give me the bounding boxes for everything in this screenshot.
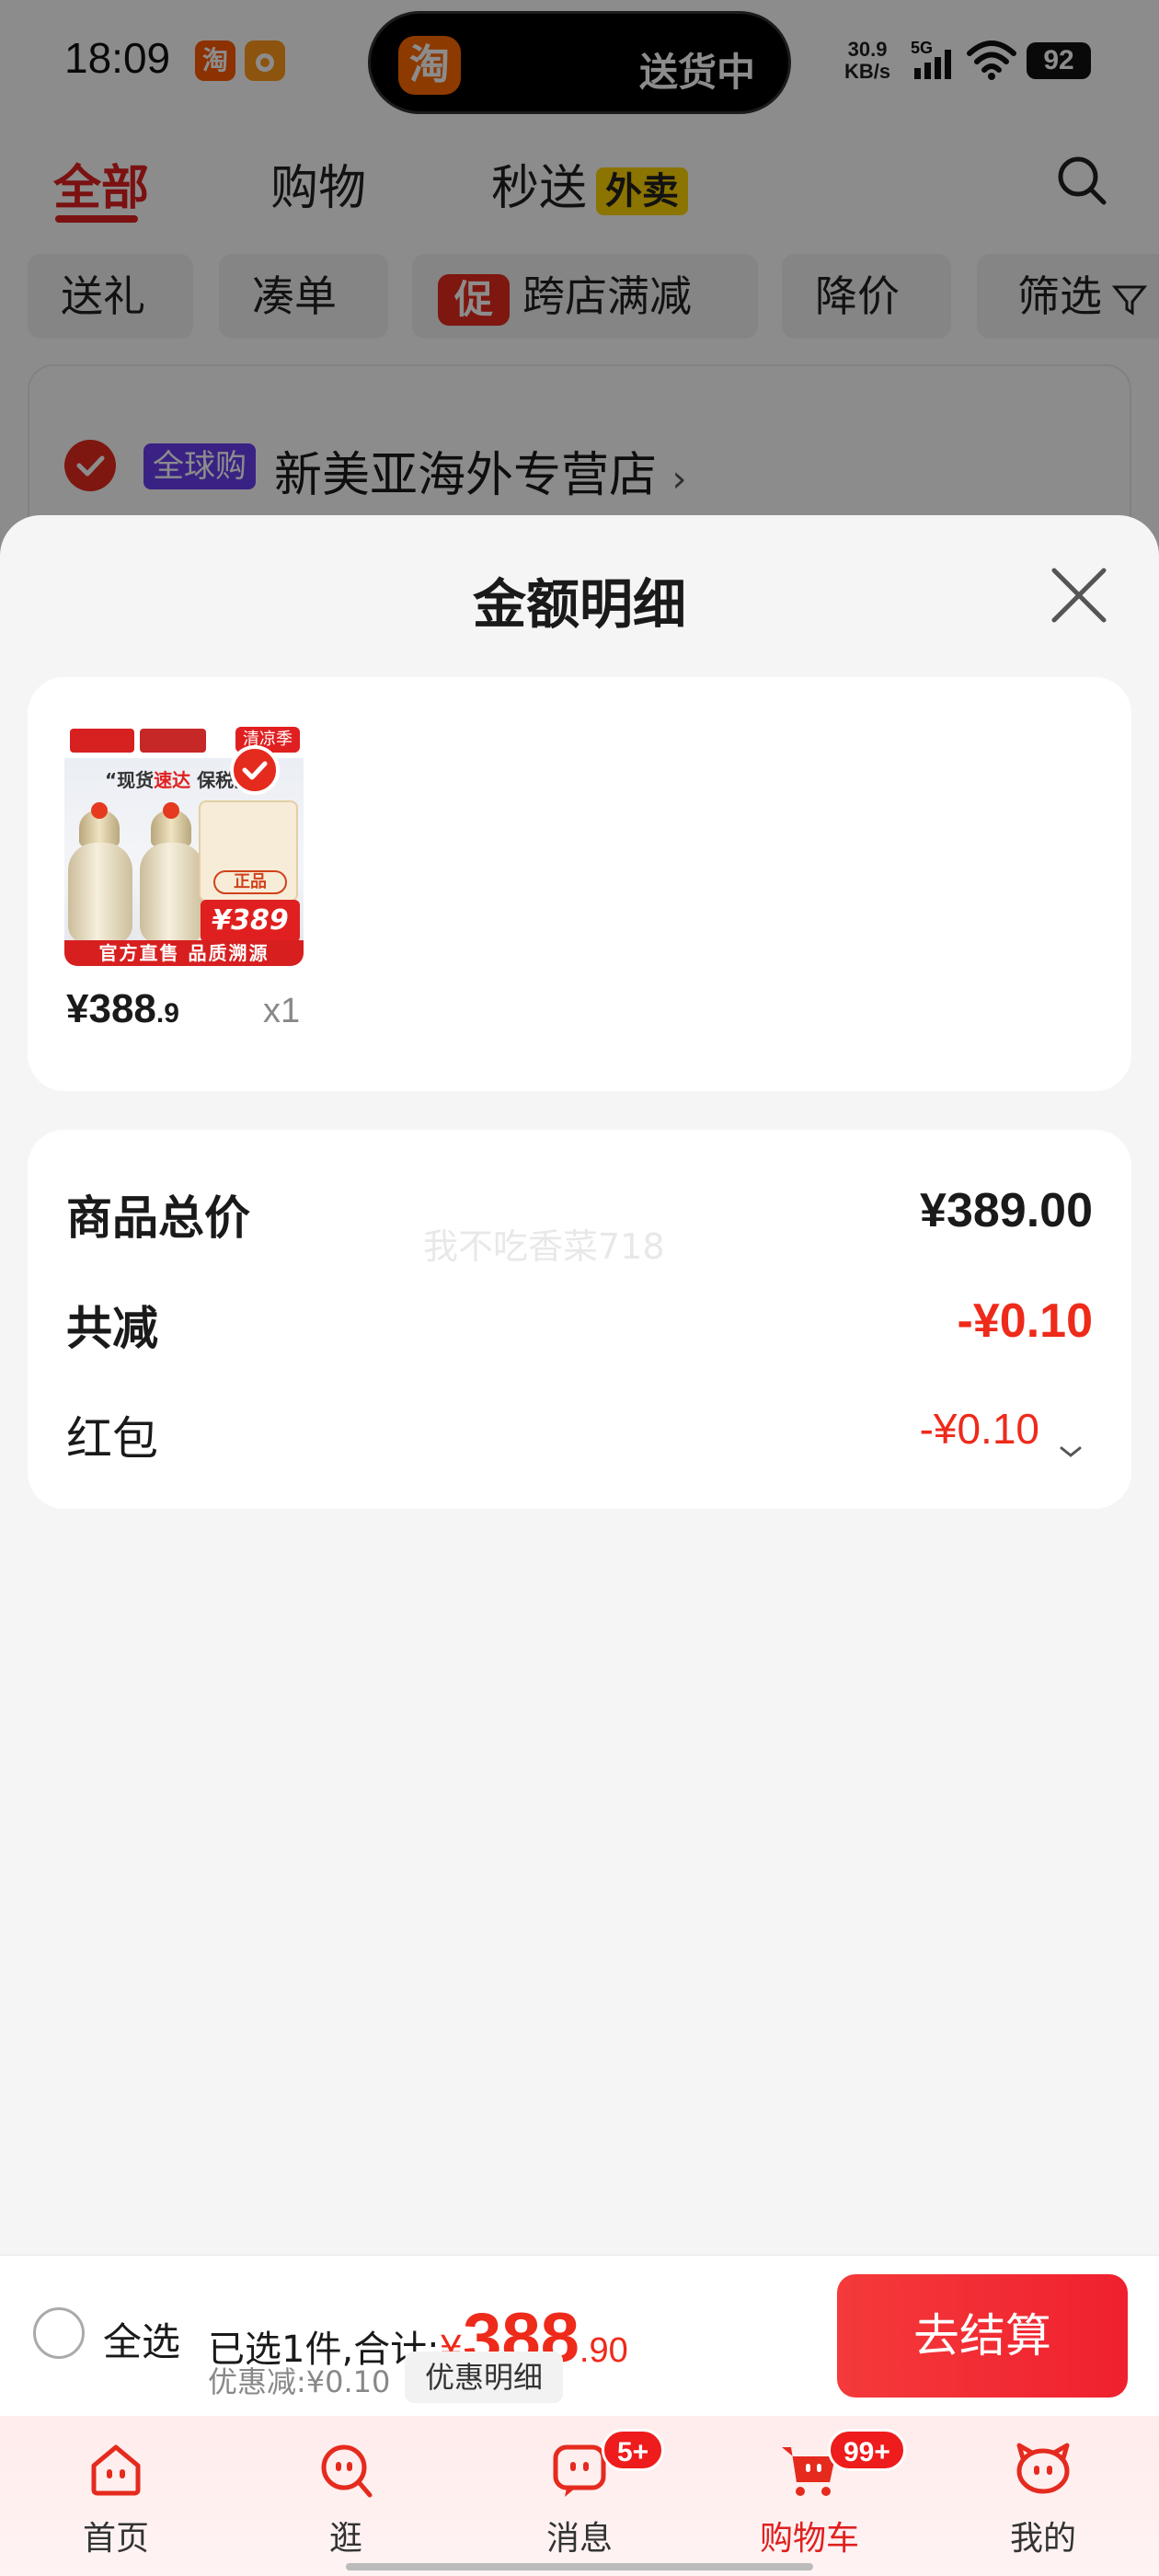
product-price: ¥388.9	[66, 986, 179, 1032]
thumb-price: ¥389	[201, 900, 300, 942]
sheet-title: 金额明细	[472, 573, 686, 636]
discount-detail-button[interactable]: 优惠明细	[405, 2352, 564, 2403]
home-icon	[91, 2444, 141, 2496]
bottle-2	[140, 843, 204, 944]
close-icon[interactable]	[1047, 563, 1111, 627]
total-reduction-label: 共减	[66, 1302, 158, 1355]
nav-home-label: 首页	[82, 2520, 149, 2558]
bottle-1	[68, 843, 132, 944]
select-all-label[interactable]: 全选	[103, 2311, 180, 2367]
cart-badge: 99+	[828, 2429, 906, 2471]
product-price-dec: .9	[155, 998, 179, 1029]
thumb-slogan-b: 速达	[154, 769, 191, 791]
thumb-promo-mark	[70, 729, 134, 753]
cap-ornament-1	[91, 802, 108, 819]
profile-icon	[1016, 2443, 1070, 2494]
total-price-value: ¥389.00	[920, 1184, 1093, 1237]
product-quantity: x1	[263, 992, 301, 1030]
total-decimal: .90	[579, 2331, 628, 2370]
nav-browse[interactable]: 逛	[272, 2416, 419, 2576]
user-watermark: 我不吃香菜718	[423, 1226, 665, 1267]
home-indicator[interactable]	[346, 2563, 813, 2570]
chevron-down-icon[interactable]	[1058, 1443, 1084, 1461]
thumb-selected-check	[230, 745, 280, 795]
nav-home[interactable]: 首页	[42, 2416, 189, 2576]
product-thumbnail[interactable]: 清凉季 “现货速达 保税区 正品 ¥389 官方直售 品质溯源	[64, 725, 304, 966]
nav-cart-label: 购物车	[759, 2520, 859, 2558]
discount-text: 优惠减:¥0.10	[208, 2364, 391, 2399]
select-all-radio[interactable]	[33, 2307, 85, 2359]
thumb-bottom-banner: 官方直售 品质溯源	[64, 940, 304, 966]
red-packet-label: 红包	[66, 1412, 158, 1466]
browse-icon	[321, 2444, 373, 2498]
bottom-navigation: 首页 逛 5+ 消息 99+ 购物车 我的	[0, 2416, 1159, 2576]
thumb-brand-logo	[140, 729, 206, 753]
checkmark-icon	[242, 761, 268, 780]
nav-messages[interactable]: 5+ 消息	[506, 2416, 665, 2576]
total-price-label: 商品总价	[66, 1191, 250, 1245]
nav-cart[interactable]: 99+ 购物车	[736, 2416, 906, 2576]
messages-badge: 5+	[602, 2429, 665, 2471]
red-packet-value[interactable]: -¥0.10	[920, 1404, 1039, 1454]
amount-detail-sheet: 金额明细 清凉季 “现货速达 保税区 正品 ¥389 官方直售 品质溯源 ¥38…	[0, 515, 1159, 2254]
thumb-slogan-a: “现货	[105, 769, 155, 791]
thumb-genuine-label: 正品	[213, 870, 287, 894]
cap-ornament-2	[163, 802, 179, 819]
nav-browse-label: 逛	[328, 2520, 362, 2558]
nav-mine-label: 我的	[1009, 2520, 1076, 2558]
total-reduction-value: -¥0.10	[957, 1294, 1093, 1348]
thumb-certification: 正品	[199, 800, 298, 902]
checkout-button[interactable]: 去结算	[837, 2274, 1128, 2398]
product-card: 清凉季 “现货速达 保税区 正品 ¥389 官方直售 品质溯源 ¥388.9 x…	[28, 677, 1131, 1091]
price-summary-card: 我不吃香菜718 商品总价 ¥389.00 共减 -¥0.10 红包 -¥0.1…	[28, 1130, 1131, 1509]
nav-messages-label: 消息	[545, 2520, 613, 2558]
nav-mine[interactable]: 我的	[970, 2416, 1117, 2576]
product-price-int: ¥388	[66, 986, 156, 1031]
checkout-bar: 全选 已选1件,合计:¥388.90 优惠减:¥0.10 优惠明细 去结算	[0, 2254, 1159, 2416]
